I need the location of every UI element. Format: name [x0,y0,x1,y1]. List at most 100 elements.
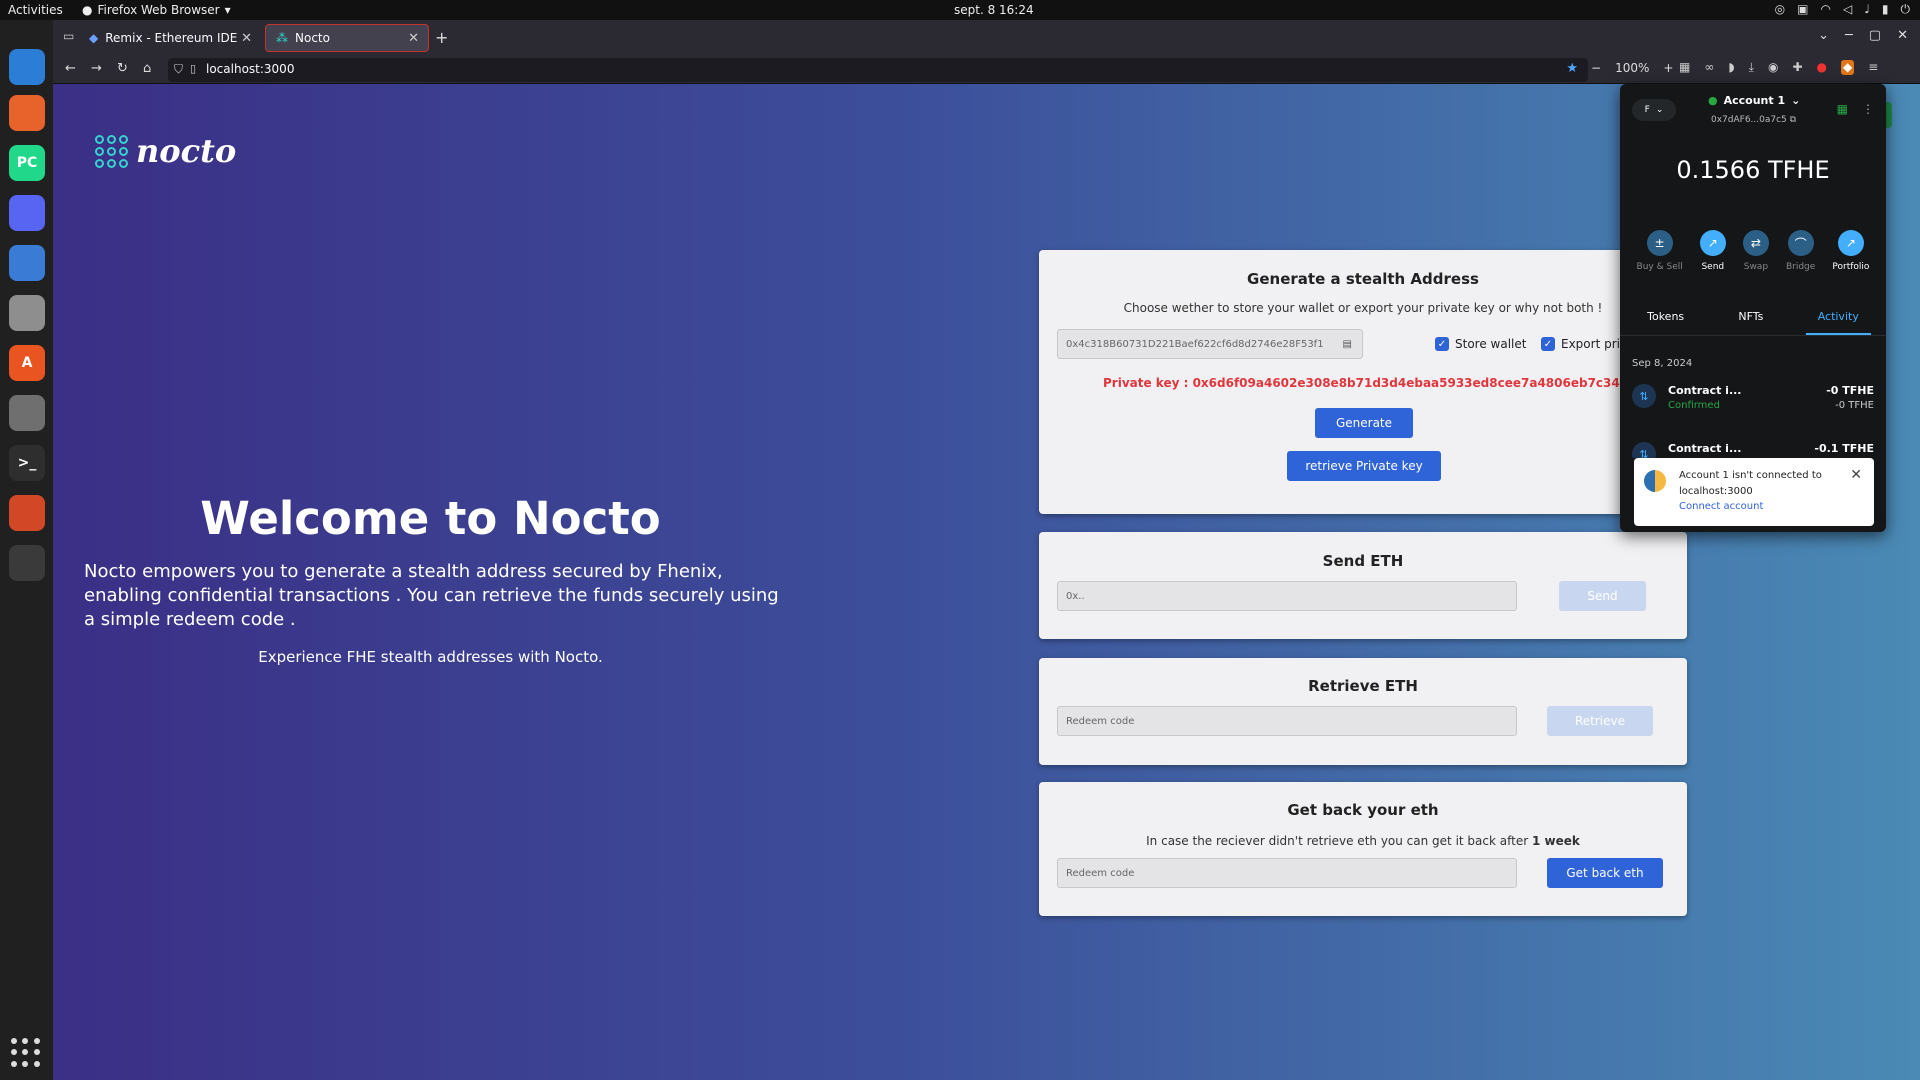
metamask-icon[interactable]: ◆ [1841,60,1855,75]
send-placeholder: 0x.. [1066,590,1085,602]
close-tab-icon[interactable]: ✕ [408,31,419,46]
wallet-balance: 0.1566 TFHE [1676,156,1830,184]
writer-icon[interactable] [9,245,45,281]
pocket-icon[interactable]: ◗ [1728,60,1734,75]
swap-icon: ⇄ [1742,230,1769,256]
send-address-input[interactable]: 0x.. [1057,581,1517,611]
tx-amount: -0 TFHE [1826,384,1874,397]
nocto-logo-icon [95,134,128,168]
hamburger-menu-icon[interactable]: ≡ [1868,60,1878,75]
forward-icon[interactable]: → [91,61,102,76]
buy-sell-action[interactable]: ± Buy & Sell [1637,230,1683,272]
pycharm-icon[interactable]: PC [9,145,45,181]
downloads-icon[interactable]: ⤓ [1749,60,1754,75]
tab-label: Remix - Ethereum IDE [105,31,238,45]
maximize-icon[interactable]: ▢ [1869,28,1881,43]
shield-icon[interactable]: ⛉ [174,62,183,77]
home-icon[interactable]: ⌂ [143,61,151,76]
zoom-in-icon[interactable]: + [1663,61,1673,75]
zoom-level[interactable]: 100% [1615,61,1649,75]
list-tabs-icon[interactable]: ⌄ [1818,28,1829,43]
connected-sites-icon[interactable]: ▦ [1837,102,1848,116]
portfolio-action[interactable]: ↗ Portfolio [1832,230,1869,272]
url-bar[interactable]: ⛉ ▯ localhost:3000 ★ [168,58,1588,82]
microphone-icon[interactable]: ♩ [1864,2,1870,17]
buy-sell-icon: ± [1646,230,1673,256]
wallet-tabs: Tokens NFTs Activity [1620,310,1886,336]
tab-nfts[interactable]: NFTs [1726,310,1775,335]
files-icon[interactable] [9,295,45,331]
bridge-action[interactable]: ⌒ Bridge [1786,230,1815,272]
send-icon: ↗ [1699,230,1726,256]
account-address[interactable]: 0x7dAF6...0a7c5 ⧉ [1711,115,1796,125]
account-icon[interactable]: ◉ [1768,60,1778,75]
vscode-icon[interactable] [9,49,45,85]
tab-activity[interactable]: Activity [1805,310,1871,335]
extensions-icon[interactable]: ✚ [1792,60,1802,75]
close-window-icon[interactable]: ✕ [1897,28,1908,43]
zoom-out-icon[interactable]: − [1591,61,1601,75]
activity-item[interactable]: ⇅ Contract i... -0.1 TFHE [1632,440,1874,458]
get-back-eth-button[interactable]: Get back eth [1547,858,1663,888]
impress-icon[interactable] [9,495,45,531]
checkbox-checked-icon[interactable]: ✓ [1435,337,1449,351]
volume-icon[interactable]: ◁ [1843,2,1852,17]
show-apps-button[interactable] [11,1038,41,1068]
minimize-icon[interactable]: ─ [1845,28,1853,43]
generate-button[interactable]: Generate [1315,408,1413,438]
network-selector[interactable]: F ⌄ [1632,99,1676,121]
wifi-icon[interactable]: ◠ [1821,2,1831,17]
send-button[interactable]: Send [1559,581,1646,611]
new-tab-button[interactable]: + [435,28,448,47]
tab-tokens[interactable]: Tokens [1635,310,1696,335]
swap-action[interactable]: ⇄ Swap [1742,230,1769,272]
settings-icon[interactable] [9,395,45,431]
network-label: F [1644,105,1650,115]
action-label: Send [1701,262,1725,272]
nocto-logo[interactable]: nocto [95,132,236,170]
close-icon[interactable]: ✕ [1850,467,1862,483]
store-wallet-checkbox[interactable]: ✓ Store wallet [1435,337,1526,351]
url-text[interactable]: localhost:3000 [206,62,294,76]
tab-remix[interactable]: ◆ Remix - Ethereum IDE ✕ [79,24,261,52]
camera-indicator-icon[interactable]: ▣ [1797,2,1808,17]
battery-icon[interactable]: ▮ [1882,2,1889,17]
copy-icon[interactable]: ▤ [1343,339,1352,350]
extension-2-icon[interactable]: ∞ [1704,60,1714,75]
copy-address-icon[interactable]: ⧉ [1790,115,1796,125]
close-tab-icon[interactable]: ✕ [241,31,252,46]
stealth-address-field[interactable]: 0x4c318B60731D221Baef622cf6d8d2746e28F53… [1057,329,1363,359]
back-icon[interactable]: ← [65,61,76,76]
account-selector[interactable]: ● Account 1 ⌄ [1708,94,1800,107]
tab-overview-icon[interactable]: ▭ [63,29,74,43]
system-clock[interactable]: sept. 8 16:24 [954,3,1034,17]
tx-amount: -0.1 TFHE [1814,442,1874,455]
zoom-controls: − 100% + [1591,61,1673,75]
kebab-menu-icon[interactable]: ⋮ [1862,102,1874,116]
app-menu[interactable]: ● Firefox Web Browser ▾ [82,3,231,17]
action-label: Portfolio [1832,262,1870,272]
system-tray[interactable]: ◎ ▣ ◠ ◁ ♩ ▮ ⏻ [1775,2,1910,17]
record-icon[interactable]: ● [1817,60,1827,75]
checkbox-checked-icon[interactable]: ✓ [1541,337,1555,351]
firefox-icon[interactable] [9,95,45,131]
reload-icon[interactable]: ↻ [117,61,128,76]
obs-icon[interactable] [9,545,45,581]
software-icon[interactable]: A [9,345,45,381]
bookmark-star-icon[interactable]: ★ [1566,61,1578,76]
chrome-indicator-icon[interactable]: ◎ [1775,2,1785,17]
extension-1-icon[interactable]: ▦ [1679,60,1690,75]
account-avatar-icon: ● [1708,94,1718,107]
tab-nocto[interactable]: ⁂ Nocto ✕ [265,24,429,52]
activity-item[interactable]: ⇅ Contract i... Confirmed -0 TFHE -0 TFH… [1632,382,1874,422]
discord-icon[interactable] [9,195,45,231]
retrieve-button[interactable]: Retrieve [1547,706,1653,736]
connect-account-link[interactable]: Connect account [1679,501,1763,512]
retrieve-private-key-button[interactable]: retrieve Private key [1287,451,1441,481]
get-back-redeem-input[interactable]: Redeem code [1057,858,1517,888]
terminal-icon[interactable]: >_ [9,445,45,481]
activities-button[interactable]: Activities [8,3,63,17]
send-action[interactable]: ↗ Send [1699,230,1726,272]
retrieve-redeem-input[interactable]: Redeem code [1057,706,1517,736]
power-icon[interactable]: ⏻ [1901,2,1911,17]
